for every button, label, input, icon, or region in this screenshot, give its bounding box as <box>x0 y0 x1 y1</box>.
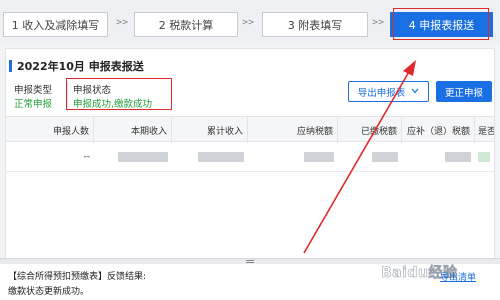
report-type-value: 正常申报 <box>14 99 53 110</box>
step-income[interactable]: 1 收入及减除填写 <box>3 12 108 37</box>
col-count: 申报人数 <box>6 117 94 143</box>
export-list-link[interactable]: 导出清单 <box>440 270 476 283</box>
chevron-down-icon <box>411 86 419 97</box>
step-tax-calc[interactable]: 2 税款计算 <box>134 12 238 37</box>
export-report-label: 导出申报表 <box>357 87 406 99</box>
title-accent <box>9 60 12 72</box>
cell-redacted <box>94 142 172 172</box>
col-cumulative-income: 累计收入 <box>172 117 248 143</box>
cell-redacted <box>248 142 338 172</box>
table-row: -- <box>6 142 494 172</box>
col-tax-payable: 应纳税额 <box>248 117 338 143</box>
step-separator: >> <box>116 17 129 28</box>
annotation-box-status <box>66 78 172 110</box>
step-separator: >> <box>242 17 255 28</box>
summary-table: 申报人数 本期收入 累计收入 应纳税额 已缴税额 应补（退）税额 是否 -- <box>6 116 494 174</box>
col-tax-paid: 已缴税额 <box>338 117 402 143</box>
feedback-message: 缴款状态更新成功。 <box>8 287 90 297</box>
table-header: 申报人数 本期收入 累计收入 应纳税额 已缴税额 应补（退）税额 是否 <box>6 116 494 143</box>
col-tax-due: 应补（退）税额 <box>402 117 475 143</box>
cell-redacted <box>402 142 475 172</box>
col-current-income: 本期收入 <box>94 117 172 143</box>
col-whether: 是否 <box>478 126 494 137</box>
page-title: 2022年10月 申报表报送 <box>17 60 144 73</box>
export-report-button[interactable]: 导出申报表 <box>348 81 429 102</box>
step-separator: >> <box>372 17 385 28</box>
cell-redacted <box>475 142 494 172</box>
cell-count: -- <box>83 152 91 162</box>
report-type-label: 申报类型 <box>14 85 53 96</box>
drag-handle-icon[interactable] <box>246 260 254 263</box>
feedback-title: 【综合所得预扣预缴表】反馈结果: <box>8 272 147 282</box>
annotation-box-step <box>393 8 489 40</box>
cell-redacted <box>172 142 248 172</box>
cell-redacted <box>338 142 402 172</box>
correct-report-button[interactable]: 更正申报 <box>436 81 492 102</box>
step-attachments[interactable]: 3 附表填写 <box>262 12 368 37</box>
